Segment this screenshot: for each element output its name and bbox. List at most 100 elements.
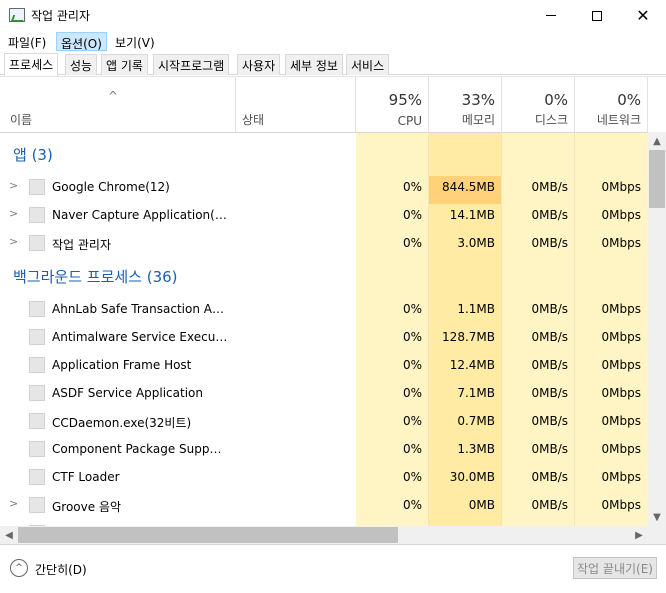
tab-processes[interactable]: 프로세스 <box>4 53 59 76</box>
chevron-right-icon[interactable]: > <box>9 235 18 248</box>
table-row[interactable]: > Naver Capture Application(32... 0% 14.… <box>0 201 648 229</box>
horizontal-scroll-thumb[interactable] <box>18 527 398 543</box>
group-apps[interactable]: 앱 (3) <box>13 144 53 165</box>
disk-value: 0MB/s <box>531 180 568 194</box>
group-background-processes[interactable]: 백그라운드 프로세스 (36) <box>13 266 178 287</box>
column-name-label: 이름 <box>10 113 33 127</box>
memory-total: 33% <box>461 91 495 109</box>
cpu-value: 0% <box>402 236 422 250</box>
table-row[interactable]: CCDaemon.exe(32비트) 0% 0.7MB 0MB/s 0Mbps <box>0 407 648 435</box>
tab-app-history[interactable]: 앱 기록 <box>101 54 148 75</box>
cpu-total: 95% <box>388 91 422 109</box>
tab-users[interactable]: 사용자 <box>237 54 281 75</box>
tab-performance[interactable]: 성능 <box>65 54 98 75</box>
vertical-scrollbar[interactable]: ▲ ▼ <box>648 132 666 526</box>
disk-value: 0MB/s <box>531 302 568 316</box>
minimize-button[interactable] <box>528 0 574 31</box>
process-rows: 앱 (3) > Google Chrome(12) 0% 844.5MB 0MB… <box>0 133 648 526</box>
cpu-value: 0% <box>402 358 422 372</box>
column-cpu[interactable]: 95% CPU <box>356 77 429 133</box>
disk-value: 0MB/s <box>531 414 568 428</box>
table-row[interactable]: AhnLab Safe Transaction Appli... 0% 1.1M… <box>0 295 648 323</box>
network-total: 0% <box>617 91 641 109</box>
memory-value: 0MB <box>468 498 495 512</box>
process-icon <box>29 301 45 317</box>
chevron-right-icon[interactable]: > <box>9 497 18 510</box>
tab-details[interactable]: 세부 정보 <box>285 54 343 75</box>
column-network[interactable]: 0% 네트워크 <box>575 77 648 133</box>
task-manager-icon <box>9 8 25 22</box>
column-disk[interactable]: 0% 디스크 <box>502 77 575 133</box>
minimize-icon <box>546 15 556 16</box>
process-name: Component Package Support ... <box>52 442 228 456</box>
network-value: 0Mbps <box>601 414 641 428</box>
table-row[interactable]: Antimalware Service Executable 0% 128.7M… <box>0 323 648 351</box>
network-value: 0Mbps <box>601 386 641 400</box>
close-button[interactable]: ✕ <box>620 0 666 31</box>
table-row[interactable]: CTF Loader 0% 30.0MB 0MB/s 0Mbps <box>0 463 648 491</box>
cpu-value: 0% <box>402 442 422 456</box>
disk-value: 0MB/s <box>531 442 568 456</box>
table-row[interactable]: > Groove 음악 0% 0MB 0MB/s 0Mbps <box>0 491 648 519</box>
process-name: Google Chrome(12) <box>52 180 170 194</box>
maximize-button[interactable] <box>574 0 620 31</box>
memory-value: 7.1MB <box>457 386 495 400</box>
tab-strip: 프로세스 성능 앱 기록 시작프로그램 사용자 세부 정보 서비스 <box>0 53 666 76</box>
network-value: 0Mbps <box>601 208 641 222</box>
scroll-up-icon[interactable]: ▲ <box>649 133 665 149</box>
menu-bar: 파일(F) 옵션(O) 보기(V) <box>0 31 666 52</box>
table-row[interactable]: ASDF Service Application 0% 7.1MB 0MB/s … <box>0 379 648 407</box>
column-header: ^ 이름 상태 95% CPU 33% 메모리 0% 디스크 0% 네트워크 <box>0 77 666 133</box>
end-task-button[interactable]: 작업 끝내기(E) <box>573 557 657 579</box>
network-value: 0Mbps <box>601 358 641 372</box>
column-name[interactable]: 이름 <box>0 77 236 133</box>
memory-value: 1.1MB <box>457 302 495 316</box>
table-row-partial[interactable] <box>0 519 648 526</box>
table-row[interactable]: > Google Chrome(12) 0% 844.5MB 0MB/s 0Mb… <box>0 173 648 201</box>
maximize-icon <box>592 10 602 21</box>
process-icon <box>29 235 45 251</box>
chevron-right-icon[interactable]: > <box>9 207 18 220</box>
chevron-right-icon[interactable]: > <box>9 179 18 192</box>
process-name: Groove 음악 <box>52 500 122 514</box>
process-icon <box>29 329 45 345</box>
network-value: 0Mbps <box>601 498 641 512</box>
title-bar: 작업 관리자 ✕ <box>0 0 666 31</box>
process-name: Antimalware Service Executable <box>52 330 228 344</box>
menu-options[interactable]: 옵션(O) <box>56 32 107 51</box>
tab-services[interactable]: 서비스 <box>346 54 390 75</box>
scroll-corner <box>648 526 666 544</box>
column-status[interactable]: 상태 <box>236 77 356 133</box>
vertical-scroll-thumb[interactable] <box>649 150 665 208</box>
process-name: CTF Loader <box>52 470 120 484</box>
cpu-value: 0% <box>402 180 422 194</box>
window-title: 작업 관리자 <box>31 9 91 23</box>
column-memory-label: 메모리 <box>461 113 495 127</box>
table-row[interactable]: Component Package Support ... 0% 1.3MB 0… <box>0 435 648 463</box>
scroll-down-icon[interactable]: ▼ <box>649 509 665 525</box>
disk-value: 0MB/s <box>531 358 568 372</box>
process-icon <box>29 441 45 457</box>
column-status-label: 상태 <box>242 113 265 127</box>
table-row[interactable]: > 작업 관리자 0% 3.0MB 0MB/s 0Mbps <box>0 229 648 257</box>
table-row[interactable]: Application Frame Host 0% 12.4MB 0MB/s 0… <box>0 351 648 379</box>
process-icon <box>29 357 45 373</box>
disk-value: 0MB/s <box>531 330 568 344</box>
scroll-left-icon[interactable]: ◀ <box>1 527 17 543</box>
chevron-up-circle-icon[interactable]: ^ <box>10 559 28 577</box>
process-icon <box>29 385 45 401</box>
process-name: ASDF Service Application <box>52 386 203 400</box>
network-value: 0Mbps <box>601 236 641 250</box>
fewer-details-link[interactable]: 간단히(D) <box>35 561 87 578</box>
horizontal-scrollbar[interactable]: ◀ ▶ <box>0 526 648 544</box>
scroll-right-icon[interactable]: ▶ <box>631 527 647 543</box>
process-icon <box>29 207 45 223</box>
cpu-value: 0% <box>402 330 422 344</box>
column-memory[interactable]: 33% 메모리 <box>429 77 502 133</box>
menu-view[interactable]: 보기(V) <box>111 32 159 51</box>
tab-startup[interactable]: 시작프로그램 <box>153 54 230 75</box>
memory-value: 1.3MB <box>457 442 495 456</box>
process-name: 작업 관리자 <box>52 238 112 252</box>
menu-file[interactable]: 파일(F) <box>4 32 50 51</box>
process-name: Application Frame Host <box>52 358 192 372</box>
